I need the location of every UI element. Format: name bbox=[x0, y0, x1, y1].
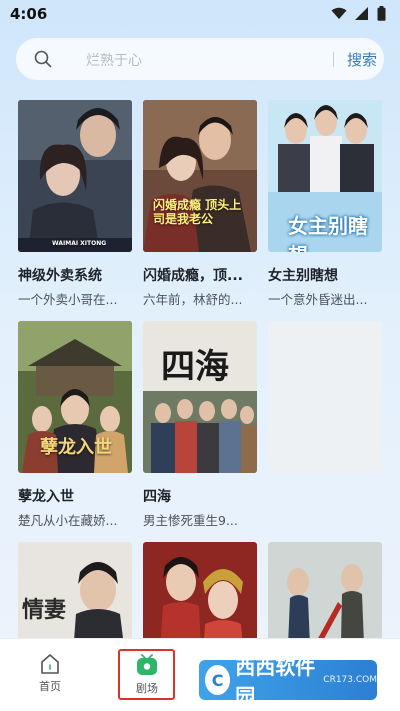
poster-text: WAIMAI XITONG bbox=[52, 240, 107, 247]
status-icons bbox=[331, 6, 386, 21]
poster-text: 情妻 bbox=[22, 598, 67, 623]
drama-desc: 六年前，林舒的... bbox=[143, 292, 243, 307]
watermark-logo: C 西西软件园 CR173.COM bbox=[199, 655, 377, 708]
tap-highlight-annotation bbox=[118, 649, 175, 700]
drama-poster-placeholder[interactable] bbox=[268, 321, 382, 473]
drama-card[interactable]: 闪婚成瘾 顶头上司是我老公 闪婚成瘾，顶... 六年前，林舒的... bbox=[143, 100, 257, 308]
watermark-icon: C bbox=[205, 665, 231, 695]
drama-title: 孽龙入世 bbox=[18, 489, 74, 505]
home-icon bbox=[41, 654, 59, 674]
drama-title: 闪婚成瘾，顶... bbox=[143, 268, 243, 284]
drama-poster[interactable]: 四海 bbox=[143, 321, 257, 473]
drama-poster[interactable]: 女主别瞎想 bbox=[268, 100, 382, 252]
nav-home-label: 首页 bbox=[39, 680, 61, 693]
search-divider bbox=[333, 52, 334, 67]
status-time: 4:06 bbox=[10, 5, 48, 23]
watermark-url: CR173.COM bbox=[323, 675, 377, 685]
drama-title: 神级外卖系统 bbox=[18, 268, 102, 284]
drama-desc: 男主惨死重生9... bbox=[143, 513, 238, 528]
drama-card[interactable]: WAIMAI XITONG 神级外卖系统 一个外卖小哥在... bbox=[18, 100, 132, 308]
drama-poster[interactable]: 闪婚成瘾 顶头上司是我老公 bbox=[143, 100, 257, 252]
search-button[interactable]: 搜索 bbox=[347, 49, 377, 70]
drama-desc: 一个意外昏迷出... bbox=[268, 292, 368, 307]
signal-icon bbox=[355, 7, 368, 20]
drama-poster[interactable]: 孽龙入世 bbox=[18, 321, 132, 473]
drama-poster[interactable]: WAIMAI XITONG bbox=[18, 100, 132, 252]
poster-text: 闪婚成瘾 顶头上司是我老公 bbox=[153, 198, 242, 226]
nav-home[interactable]: 首页 bbox=[25, 653, 75, 694]
wifi-icon bbox=[331, 7, 347, 19]
search-icon[interactable] bbox=[34, 50, 52, 68]
watermark-brand: 西西软件园 bbox=[235, 655, 316, 708]
status-bar: 4:06 bbox=[0, 0, 400, 30]
drama-title: 女主别瞎想 bbox=[268, 268, 338, 284]
battery-icon bbox=[377, 6, 386, 21]
drama-card[interactable]: 四海 四海 男主惨死重生9... bbox=[143, 321, 257, 529]
drama-card[interactable] bbox=[268, 321, 382, 490]
search-bar[interactable]: 烂熟于心 搜索 bbox=[16, 38, 384, 80]
poster-text: 孽龙入世 bbox=[40, 437, 112, 458]
search-input[interactable]: 烂熟于心 bbox=[86, 50, 142, 70]
drama-card[interactable]: 女主别瞎想 女主别瞎想 一个意外昏迷出... bbox=[268, 100, 382, 308]
drama-card[interactable]: 孽龙入世 孽龙入世 楚凡从小在藏娇... bbox=[18, 321, 132, 529]
drama-desc: 楚凡从小在藏娇... bbox=[18, 513, 118, 528]
drama-title: 四海 bbox=[143, 489, 171, 505]
poster-text: 四海 bbox=[161, 347, 229, 387]
drama-desc: 一个外卖小哥在... bbox=[18, 292, 118, 307]
poster-text: 女主别瞎想 bbox=[288, 214, 368, 252]
